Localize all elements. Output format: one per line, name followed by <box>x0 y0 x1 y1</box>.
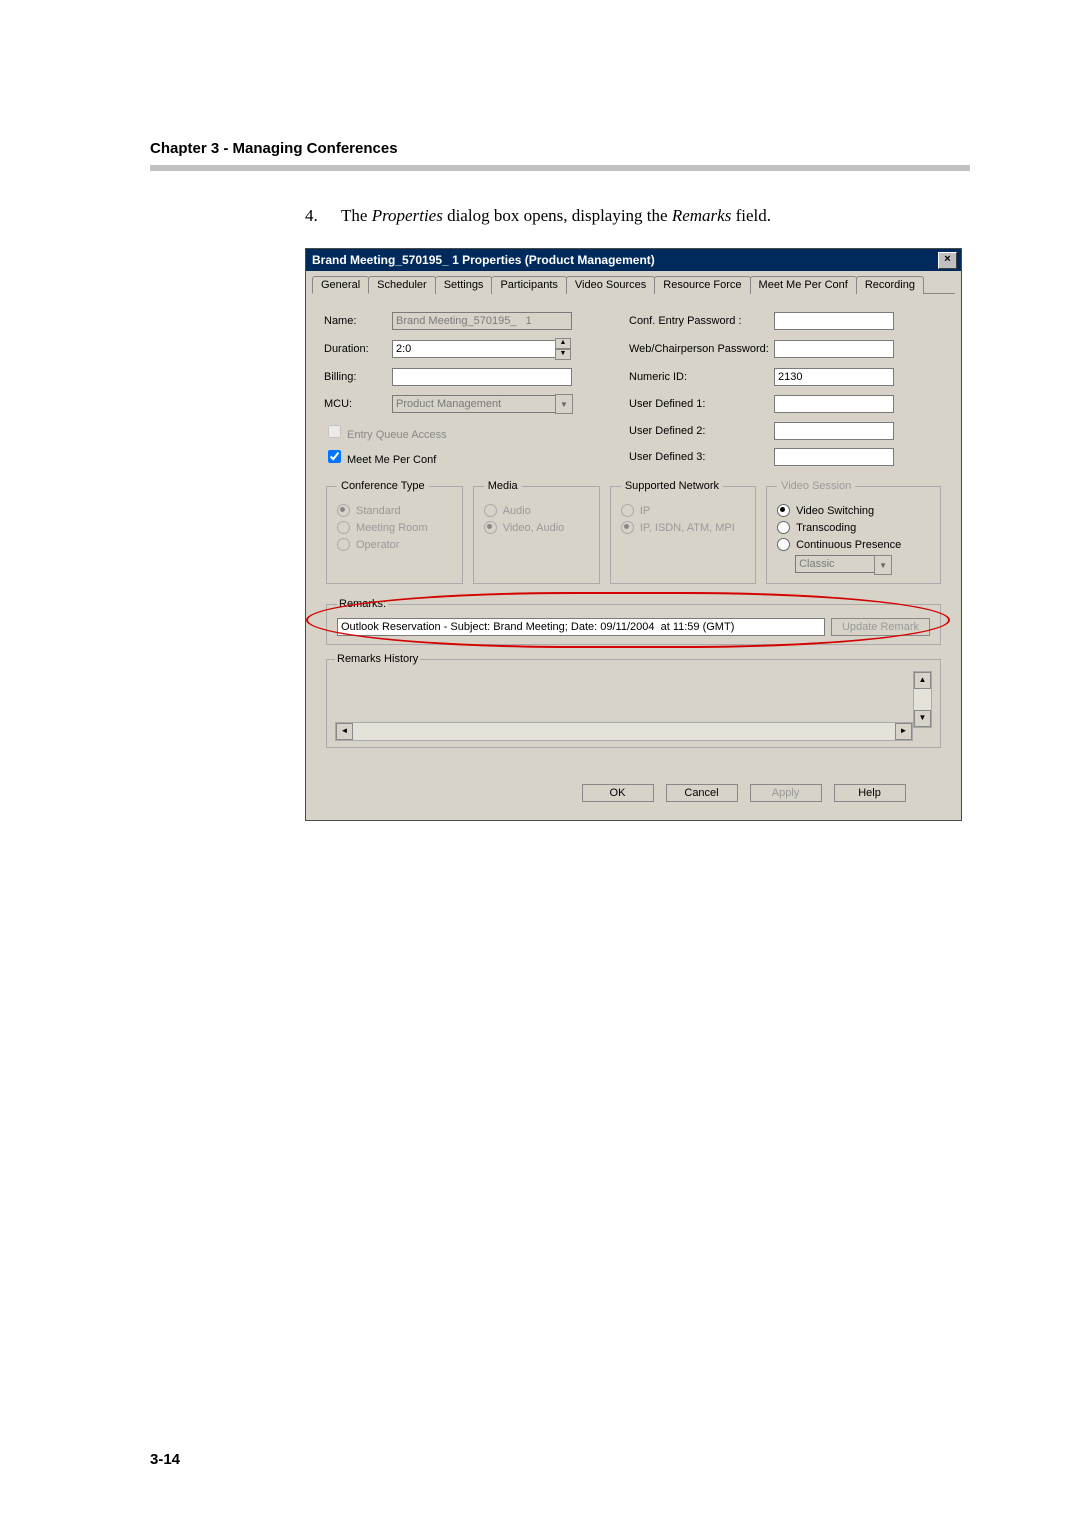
radio-video-audio <box>484 521 497 534</box>
meet-me-checkbox[interactable] <box>328 450 341 463</box>
billing-label: Billing: <box>324 371 392 383</box>
scroll-down-icon[interactable]: ▼ <box>914 710 931 727</box>
tab-settings[interactable]: Settings <box>435 276 493 294</box>
dialog-titlebar: Brand Meeting_570195_ 1 Properties (Prod… <box>306 249 961 271</box>
step-number: 4. <box>305 206 323 226</box>
duration-field[interactable] <box>392 340 556 358</box>
conf-entry-pw-field[interactable] <box>774 312 894 330</box>
remarks-history-legend: Remarks History <box>335 653 420 665</box>
billing-field[interactable] <box>392 368 572 386</box>
radio-operator <box>337 538 350 551</box>
scrollbar-vertical[interactable]: ▲ ▼ <box>913 671 932 728</box>
network-legend: Supported Network <box>621 480 723 492</box>
chevron-down-icon: ▼ <box>874 555 892 575</box>
tab-participants[interactable]: Participants <box>491 276 566 294</box>
tab-resource-force[interactable]: Resource Force <box>654 276 750 294</box>
radio-audio <box>484 504 497 517</box>
conference-type-legend: Conference Type <box>337 480 429 492</box>
radio-continuous-presence[interactable] <box>777 538 790 551</box>
ud1-label: User Defined 1: <box>629 398 774 410</box>
scroll-right-icon[interactable]: ► <box>895 723 912 740</box>
header-rule <box>150 165 970 171</box>
web-pw-field[interactable] <box>774 340 894 358</box>
general-form: Name: Conf. Entry Password : Duration: ▲… <box>312 304 955 756</box>
supported-network-group: Supported Network IP IP, ISDN, ATM, MPI <box>610 480 756 584</box>
media-group: Media Audio Video, Audio <box>473 480 600 584</box>
update-remark-button: Update Remark <box>831 618 930 636</box>
conference-type-group: Conference Type Standard Meeting Room Op… <box>326 480 463 584</box>
cp-layout-field <box>795 555 875 573</box>
step-text: The Properties dialog box opens, display… <box>341 206 771 226</box>
web-pw-label: Web/Chairperson Password: <box>629 343 774 355</box>
properties-dialog: Brand Meeting_570195_ 1 Properties (Prod… <box>305 248 962 821</box>
video-session-group: Video Session Video Switching Transcodin… <box>766 480 941 584</box>
spinner-up-icon[interactable]: ▲ <box>555 338 571 349</box>
ud1-field[interactable] <box>774 395 894 413</box>
chevron-down-icon: ▼ <box>555 394 573 414</box>
remarks-legend: Remarks: <box>337 598 388 610</box>
radio-ip-isdn <box>621 521 634 534</box>
close-icon[interactable]: × <box>938 252 957 269</box>
scrollbar-horizontal[interactable]: ◄ ► <box>335 722 913 741</box>
radio-meeting-room <box>337 521 350 534</box>
tab-general[interactable]: General <box>312 276 369 294</box>
scroll-left-icon[interactable]: ◄ <box>336 723 353 740</box>
duration-spinner[interactable]: ▲▼ <box>555 338 571 360</box>
duration-label: Duration: <box>324 343 392 355</box>
name-label: Name: <box>324 315 392 327</box>
tab-meet-me-per-conf[interactable]: Meet Me Per Conf <box>750 276 857 294</box>
remarks-field[interactable] <box>337 618 825 636</box>
numeric-id-label: Numeric ID: <box>629 371 774 383</box>
ok-button[interactable]: OK <box>582 784 654 802</box>
meet-me-label: Meet Me Per Conf <box>347 454 436 466</box>
dialog-button-row: OK Cancel Apply Help <box>312 756 955 810</box>
ud3-label: User Defined 3: <box>629 451 774 463</box>
ud2-label: User Defined 2: <box>629 425 774 437</box>
cancel-button[interactable]: Cancel <box>666 784 738 802</box>
remarks-group: Remarks: Update Remark <box>326 598 941 645</box>
page-number: 3-14 <box>150 1451 180 1468</box>
help-button[interactable]: Help <box>834 784 906 802</box>
dialog-tabs: General Scheduler Settings Participants … <box>312 275 955 294</box>
instruction-step: 4. The Properties dialog box opens, disp… <box>305 206 970 226</box>
entry-queue-checkbox <box>328 425 341 438</box>
apply-button: Apply <box>750 784 822 802</box>
remarks-history-group: Remarks History ▲ ▼ ◄ ► <box>326 653 941 748</box>
radio-ip <box>621 504 634 517</box>
radio-transcoding[interactable] <box>777 521 790 534</box>
radio-video-switching[interactable] <box>777 504 790 517</box>
conf-entry-pw-label: Conf. Entry Password : <box>629 315 774 327</box>
dialog-title: Brand Meeting_570195_ 1 Properties (Prod… <box>312 253 938 267</box>
tab-recording[interactable]: Recording <box>856 276 924 294</box>
numeric-id-field[interactable] <box>774 368 894 386</box>
mcu-field <box>392 395 556 413</box>
ud3-field[interactable] <box>774 448 894 466</box>
chapter-header: Chapter 3 - Managing Conferences <box>150 140 970 157</box>
tab-video-sources[interactable]: Video Sources <box>566 276 655 294</box>
media-legend: Media <box>484 480 522 492</box>
tab-scheduler[interactable]: Scheduler <box>368 276 436 294</box>
spinner-down-icon[interactable]: ▼ <box>555 349 571 360</box>
entry-queue-label: Entry Queue Access <box>347 429 447 441</box>
ud2-field[interactable] <box>774 422 894 440</box>
mcu-label: MCU: <box>324 398 392 410</box>
name-field <box>392 312 572 330</box>
video-session-legend: Video Session <box>777 480 855 492</box>
scroll-up-icon[interactable]: ▲ <box>914 672 931 689</box>
radio-standard <box>337 504 350 517</box>
remarks-history-box: ▲ ▼ ◄ ► <box>335 671 932 741</box>
